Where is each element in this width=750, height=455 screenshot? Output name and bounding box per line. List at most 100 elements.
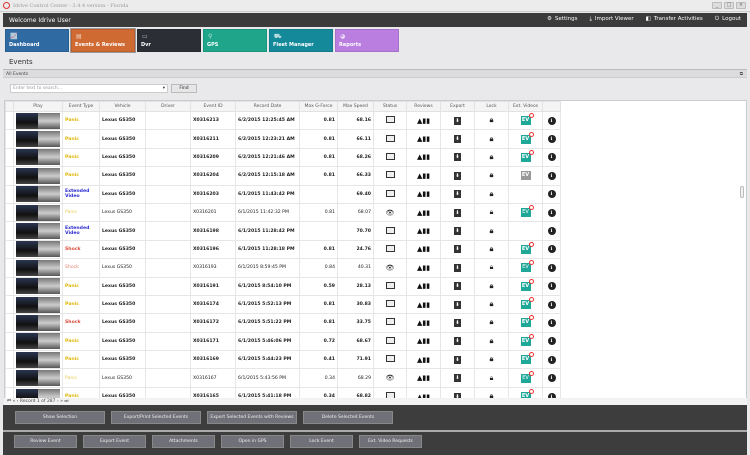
row-selector[interactable] bbox=[5, 350, 14, 370]
export-download-icon[interactable]: ⬇ bbox=[454, 208, 461, 217]
info-icon[interactable]: i bbox=[547, 300, 556, 309]
row-selector[interactable] bbox=[5, 258, 14, 278]
vertical-scrollbar[interactable] bbox=[739, 111, 745, 401]
show-selection-button[interactable]: Show Selection bbox=[15, 411, 105, 424]
ext-video-icon[interactable]: EV bbox=[520, 370, 534, 383]
table-row[interactable]: Panic Lexus GS350 X0316171 6/1/2015 5:46… bbox=[5, 331, 561, 352]
video-thumbnail[interactable] bbox=[16, 186, 60, 203]
table-row[interactable]: Extended Video Lexus GS350 X0316198 6/1/… bbox=[5, 221, 561, 241]
table-row[interactable]: Panic Lexus GS350 X0316209 6/2/2015 12:2… bbox=[5, 147, 561, 168]
play-cell[interactable] bbox=[13, 331, 63, 352]
reviews-icon[interactable]: ▲▮▮ bbox=[417, 337, 430, 345]
ext-video-icon[interactable]: EV bbox=[520, 315, 534, 328]
column-header-play[interactable]: Play bbox=[13, 101, 63, 112]
info-icon[interactable]: i bbox=[547, 227, 556, 236]
export-download-icon[interactable]: ⬇ bbox=[454, 153, 461, 162]
lock-icon[interactable]: 🔒︎ bbox=[490, 116, 494, 125]
play-cell[interactable] bbox=[13, 368, 63, 388]
row-selector[interactable] bbox=[5, 221, 14, 241]
reviews-icon[interactable]: ▲▮▮ bbox=[417, 190, 430, 198]
export-download-icon[interactable]: ⬇ bbox=[454, 374, 461, 383]
ext-video-requests-button[interactable]: Ext. Video Requests bbox=[359, 435, 422, 448]
lock-icon[interactable]: 🔒︎ bbox=[490, 300, 494, 309]
ext-video-icon[interactable]: EV bbox=[520, 205, 534, 218]
close-button[interactable]: × bbox=[736, 2, 746, 9]
ext-video-icon[interactable]: EV bbox=[520, 260, 534, 273]
table-row[interactable]: Panic Lexus GS350 X0316213 6/2/2015 12:2… bbox=[5, 110, 561, 131]
eye-icon[interactable]: 👁 bbox=[386, 374, 395, 382]
ext-video-icon[interactable]: EV bbox=[520, 149, 534, 162]
info-icon[interactable]: i bbox=[547, 208, 556, 217]
image-icon[interactable] bbox=[385, 244, 395, 252]
lock-icon[interactable]: 🔒︎ bbox=[490, 227, 494, 236]
reviews-icon[interactable]: ▲▮▮ bbox=[417, 282, 430, 290]
lock-icon[interactable]: 🔒︎ bbox=[490, 190, 494, 199]
export-event-button[interactable]: Export Event bbox=[83, 435, 146, 448]
info-icon[interactable]: i bbox=[547, 318, 556, 327]
info-icon[interactable]: i bbox=[547, 116, 556, 125]
reviews-icon[interactable]: ▲▮▮ bbox=[417, 301, 430, 309]
export-download-icon[interactable]: ⬇ bbox=[454, 263, 461, 272]
settings-link[interactable]: ⚙ Settings bbox=[547, 16, 578, 23]
table-row[interactable]: Shock Lexus GS350 X0316196 6/1/2015 11:2… bbox=[5, 239, 561, 260]
play-cell[interactable] bbox=[13, 166, 63, 186]
pin-icon[interactable]: ⧉ bbox=[740, 71, 743, 77]
image-icon[interactable] bbox=[385, 152, 395, 160]
column-header-status[interactable]: Status bbox=[373, 101, 407, 112]
eye-icon[interactable]: 👁 bbox=[386, 264, 395, 272]
column-header-record-date[interactable]: Record Date bbox=[235, 101, 300, 112]
image-icon[interactable] bbox=[385, 189, 395, 197]
info-icon[interactable]: i bbox=[547, 355, 556, 364]
minimize-button[interactable]: _ bbox=[712, 2, 722, 9]
play-cell[interactable] bbox=[13, 184, 63, 204]
tile-fleet-manager[interactable]: ⛟ Fleet Manager bbox=[269, 29, 333, 52]
table-row[interactable]: Panic Lexus GS350 X0316211 6/2/2015 12:2… bbox=[5, 129, 561, 149]
reviews-icon[interactable]: ▲▮▮ bbox=[417, 227, 430, 235]
ext-video-icon[interactable]: EV bbox=[520, 241, 534, 254]
info-icon[interactable]: i bbox=[547, 282, 556, 291]
export-download-icon[interactable]: ⬇ bbox=[454, 282, 461, 291]
export-download-icon[interactable]: ⬇ bbox=[454, 116, 461, 125]
column-header-max-speed[interactable]: Max Speed bbox=[337, 101, 374, 112]
export-download-icon[interactable]: ⬇ bbox=[454, 190, 461, 199]
image-icon[interactable] bbox=[385, 336, 395, 344]
tile-dashboard[interactable]: 📈 Dashboard bbox=[5, 29, 69, 52]
video-thumbnail[interactable] bbox=[16, 131, 60, 148]
play-cell[interactable] bbox=[13, 239, 63, 260]
column-header-lock[interactable]: Lock bbox=[474, 101, 509, 112]
reviews-icon[interactable]: ▲▮▮ bbox=[417, 356, 430, 364]
play-cell[interactable] bbox=[13, 313, 63, 333]
lock-event-button[interactable]: Lock Event bbox=[290, 435, 353, 448]
export-download-icon[interactable]: ⬇ bbox=[454, 227, 461, 236]
row-selector[interactable] bbox=[5, 147, 14, 168]
column-header-export[interactable]: Export bbox=[440, 101, 475, 112]
search-input[interactable]: Enter text to search... ▾ bbox=[10, 84, 168, 93]
reviews-icon[interactable]: ▲▮▮ bbox=[417, 172, 430, 180]
info-icon[interactable]: i bbox=[547, 263, 556, 272]
play-cell[interactable] bbox=[13, 258, 63, 278]
lock-icon[interactable]: 🔒︎ bbox=[490, 337, 494, 346]
eye-icon[interactable]: 👁 bbox=[386, 209, 395, 217]
video-thumbnail[interactable] bbox=[16, 370, 60, 387]
play-cell[interactable] bbox=[13, 202, 63, 223]
column-header-info[interactable] bbox=[542, 101, 561, 112]
column-header-max-g-force[interactable]: Max G-Force bbox=[299, 101, 338, 112]
export-print-selected-events-button[interactable]: Export/Print Selected Events bbox=[111, 411, 201, 424]
video-thumbnail[interactable] bbox=[16, 259, 60, 276]
video-thumbnail[interactable] bbox=[16, 149, 60, 166]
review-event-button[interactable]: Review Event bbox=[14, 435, 77, 448]
export-download-icon[interactable]: ⬇ bbox=[454, 171, 461, 180]
image-icon[interactable] bbox=[385, 355, 395, 363]
video-thumbnail[interactable] bbox=[16, 314, 60, 331]
reviews-icon[interactable]: ▲▮▮ bbox=[417, 153, 430, 161]
image-icon[interactable] bbox=[385, 171, 395, 179]
ext-video-icon[interactable]: EV bbox=[520, 113, 534, 126]
scrollbar-thumb[interactable] bbox=[740, 186, 744, 198]
export-download-icon[interactable]: ⬇ bbox=[454, 355, 461, 364]
reviews-icon[interactable]: ▲▮▮ bbox=[417, 209, 430, 217]
logout-link[interactable]: ⏻ Logout bbox=[715, 16, 741, 23]
table-row[interactable]: Panic Lexus GS350 X0316167 6/1/2015 5:43… bbox=[5, 368, 561, 388]
reviews-icon[interactable]: ▲▮▮ bbox=[417, 245, 430, 253]
image-icon[interactable] bbox=[385, 134, 395, 142]
table-row[interactable]: Shock Lexus GS350 X0316193 6/1/2015 8:59… bbox=[5, 258, 561, 278]
